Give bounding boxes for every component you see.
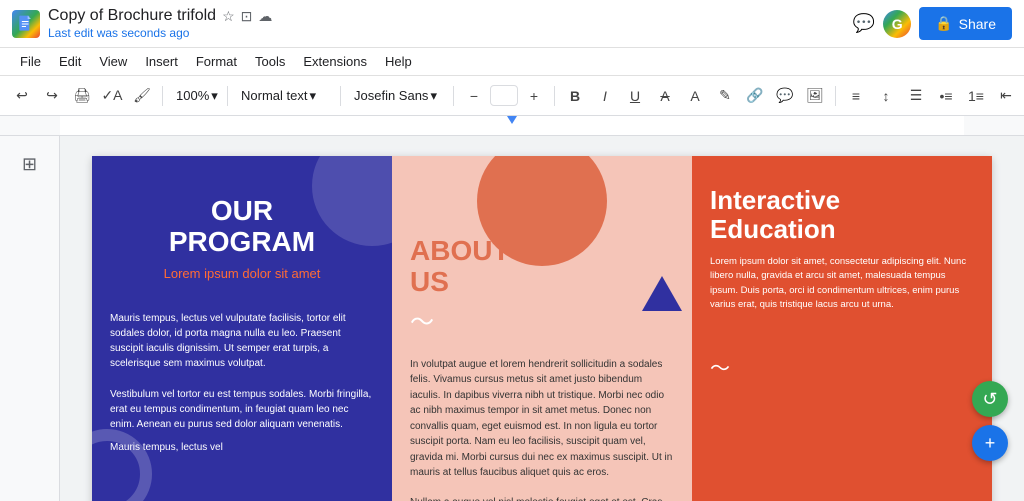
panel1-body3: Mauris tempus, lectus vel xyxy=(110,440,374,455)
panel3-wavy: 〜 xyxy=(710,352,974,381)
increase-font-button[interactable]: + xyxy=(520,82,548,110)
top-bar: Copy of Brochure trifold ☆ ⊡ ☁ Last edit… xyxy=(0,0,1024,48)
undo-button[interactable]: ↩ xyxy=(8,82,36,110)
italic-button[interactable]: I xyxy=(591,82,619,110)
menu-file[interactable]: File xyxy=(12,52,49,71)
spell-check-button[interactable]: ✓A xyxy=(98,82,126,110)
bold-button[interactable]: B xyxy=(561,82,589,110)
comment-button[interactable]: 💬 xyxy=(771,82,799,110)
decrease-font-button[interactable]: − xyxy=(460,82,488,110)
ruler-triangle xyxy=(507,116,517,124)
panel1-subtitle: Lorem ipsum dolor sit amet xyxy=(110,266,374,281)
print-button[interactable]: 🖨 xyxy=(68,82,96,110)
panel-interactive: InteractiveEducation Lorem ipsum dolor s… xyxy=(692,156,992,501)
doc-title-area: Copy of Brochure trifold ☆ ⊡ ☁ Last edit… xyxy=(48,7,845,40)
separator4 xyxy=(453,86,454,106)
menu-tools[interactable]: Tools xyxy=(247,52,293,71)
numbered-list-button[interactable]: 1≡ xyxy=(962,82,990,110)
document: OURPROGRAM Lorem ipsum dolor sit amet Ma… xyxy=(92,156,992,501)
separator1 xyxy=(162,86,163,106)
bullet-list-button[interactable]: •≡ xyxy=(932,82,960,110)
font-size-input[interactable]: 6 xyxy=(490,85,518,106)
star-icon[interactable]: ☆ xyxy=(222,8,235,25)
fab-blue-button[interactable]: + xyxy=(972,425,1008,461)
doc-title[interactable]: Copy of Brochure trifold xyxy=(48,7,216,25)
panel3-title: InteractiveEducation xyxy=(710,186,974,243)
panel-about: ABOUTUS 〜 In volutpat augue et lorem hen… xyxy=(392,156,692,501)
cloud-icon[interactable]: ☁ xyxy=(258,8,272,25)
link-button[interactable]: 🔗 xyxy=(741,82,769,110)
menu-format[interactable]: Format xyxy=(188,52,245,71)
panel1-body1: Mauris tempus, lectus vel vulputate faci… xyxy=(110,311,374,371)
align-button[interactable]: ≡ xyxy=(842,82,870,110)
decrease-indent-button[interactable]: ⇤ xyxy=(992,82,1020,110)
menu-view[interactable]: View xyxy=(91,52,135,71)
ruler xyxy=(0,116,1024,136)
last-edit[interactable]: Last edit was seconds ago xyxy=(48,26,845,40)
fab-green-button[interactable]: ↺ xyxy=(972,381,1008,417)
highlight-button[interactable]: ✎ xyxy=(711,82,739,110)
separator5 xyxy=(554,86,555,106)
share-button[interactable]: 🔒 Share xyxy=(919,7,1012,40)
right-buttons: ↺ + xyxy=(972,381,1012,461)
lock-icon: 🔒 xyxy=(935,15,952,32)
menu-insert[interactable]: Insert xyxy=(137,52,186,71)
sidebar: ⊞ xyxy=(0,136,60,501)
panel2-title: ABOUTUS xyxy=(410,236,674,298)
menu-bar: File Edit View Insert Format Tools Exten… xyxy=(0,48,1024,76)
panel2-wavy: 〜 xyxy=(410,302,674,337)
panel2-body: In volutpat augue et lorem hendrerit sol… xyxy=(410,357,674,481)
line-spacing-button[interactable]: ↕ xyxy=(872,82,900,110)
ruler-bar xyxy=(60,116,964,135)
strikethrough-button[interactable]: A xyxy=(651,82,679,110)
menu-extensions[interactable]: Extensions xyxy=(295,52,375,71)
separator6 xyxy=(835,86,836,106)
meet-icon[interactable]: G xyxy=(883,10,911,38)
separator3 xyxy=(340,86,341,106)
toolbar: ↩ ↪ 🖨 ✓A 🖌 100% ▾ Normal text ▾ Josefin … xyxy=(0,76,1024,116)
panel2-body2: Nullam a augue vel nisl molestie feugiat… xyxy=(410,495,674,501)
list-button[interactable]: ☰ xyxy=(902,82,930,110)
separator2 xyxy=(227,86,228,106)
zoom-dropdown[interactable]: 100% ▾ xyxy=(169,82,221,110)
style-dropdown[interactable]: Normal text ▾ xyxy=(234,82,334,110)
panel1-title: OURPROGRAM xyxy=(110,196,374,258)
underline-button[interactable]: U xyxy=(621,82,649,110)
panel3-body: Lorem ipsum dolor sit amet, consectetur … xyxy=(710,255,974,312)
comments-button[interactable]: 💬 xyxy=(853,13,875,34)
sidebar-layout-icon[interactable]: ⊞ xyxy=(16,148,43,181)
menu-help[interactable]: Help xyxy=(377,52,420,71)
redo-button[interactable]: ↪ xyxy=(38,82,66,110)
canvas-area[interactable]: OURPROGRAM Lorem ipsum dolor sit amet Ma… xyxy=(60,136,1024,501)
app-icon xyxy=(12,10,40,38)
menu-edit[interactable]: Edit xyxy=(51,52,89,71)
panel-program: OURPROGRAM Lorem ipsum dolor sit amet Ma… xyxy=(92,156,392,501)
insert-image-button[interactable]: 🖼 xyxy=(801,82,829,110)
panel1-body2: Vestibulum vel tortor eu est tempus soda… xyxy=(110,387,374,432)
top-right: 💬 G 🔒 Share xyxy=(853,7,1012,40)
drive-icon[interactable]: ⊡ xyxy=(241,8,253,25)
paint-format-button[interactable]: 🖌 xyxy=(128,82,156,110)
text-color-button[interactable]: A xyxy=(681,82,709,110)
font-dropdown[interactable]: Josefin Sans ▾ xyxy=(347,82,447,110)
doc-title-row: Copy of Brochure trifold ☆ ⊡ ☁ xyxy=(48,7,845,25)
main-area: ⊞ OURPROGRAM Lorem ipsum dolor sit amet … xyxy=(0,136,1024,501)
